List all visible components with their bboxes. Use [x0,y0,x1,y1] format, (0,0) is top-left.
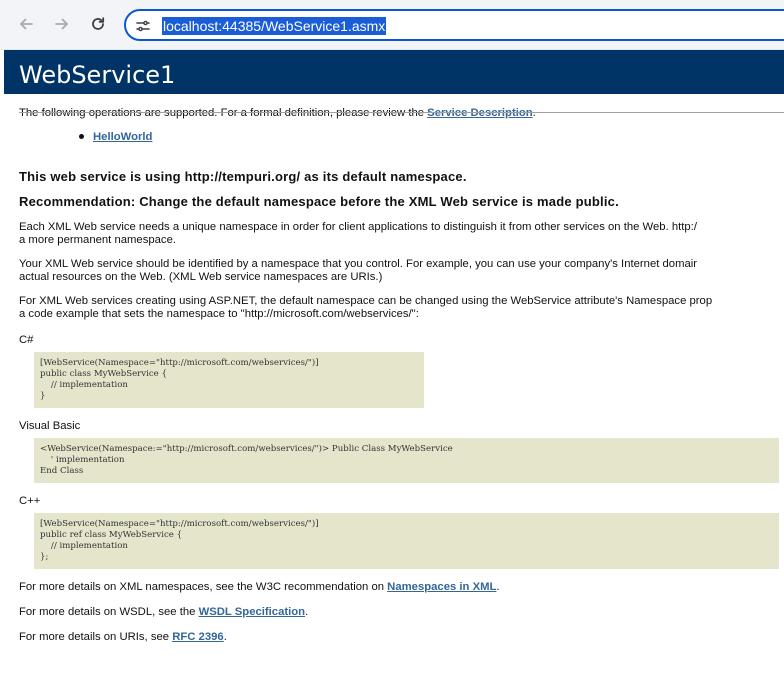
para1-line2: a more permanent namespace. [19,234,176,246]
paragraph-aspnet-namespace: For XML Web services creating using ASP.… [19,295,712,321]
para2-line1: Your XML Web service should be identifie… [19,258,698,270]
page-heading-bar: WebService1 [4,50,784,94]
foot2-period: . [305,606,309,618]
language-label-vb: Visual Basic [19,420,81,432]
para3-line1: For XML Web services creating using ASP.… [19,295,713,307]
service-description-link[interactable]: Service Description [427,107,532,119]
language-label-csharp: C# [19,334,34,346]
foot3-text: For more details on URIs, see [19,631,173,643]
para1-line1: Each XML Web service needs a unique name… [19,221,697,233]
foot2-text: For more details on WSDL, see the [19,606,199,618]
paragraph-unique-namespace: Each XML Web service needs a unique name… [19,221,697,247]
code-block-vb: <WebService(Namespace:="http://microsoft… [34,438,779,483]
foot3-period: . [223,631,227,643]
url-text[interactable]: localhost:44385/WebService1.asmx [162,17,387,35]
site-info-button[interactable] [134,17,152,35]
rfc-2396-link[interactable]: RFC 2396 [172,631,224,643]
para2-line2: actual resources on the Web. (XML Web se… [19,271,383,283]
foot1-period: . [496,581,500,593]
intro-paragraph: The following operations are supported. … [19,107,536,119]
paragraph-identified-namespace: Your XML Web service should be identifie… [19,258,697,284]
divider [19,112,784,113]
namespaces-in-xml-link[interactable]: Namespaces in XML [387,581,496,593]
operation-link-helloworld[interactable]: HelloWorld [93,131,152,143]
foot1-text: For more details on XML namespaces, see … [19,581,388,593]
page-title: WebService1 [19,61,176,89]
page-body: WebService1 The following operations are… [4,50,784,683]
footnote-namespaces: For more details on XML namespaces, see … [19,581,500,593]
back-button[interactable] [14,12,38,36]
footnote-uris: For more details on URIs, see RFC 2396. [19,631,227,643]
reload-icon [92,17,105,30]
bullet-icon [79,133,84,139]
namespace-notice: This web service is using http://tempuri… [19,169,467,184]
code-block-csharp: [WebService(Namespace="http://microsoft.… [34,352,424,408]
arrow-right-icon [55,18,68,30]
intro-text: The following operations are supported. … [19,107,428,119]
operation-list-item: HelloWorld [79,131,152,143]
wsdl-specification-link[interactable]: WSDL Specification [199,606,306,618]
recommendation-text: Recommendation: Change the default names… [19,194,619,209]
para3-line2: a code example that sets the namespace t… [19,308,419,320]
arrow-left-icon [20,18,33,30]
reload-button[interactable] [86,12,110,36]
address-bar[interactable]: localhost:44385/WebService1.asmx [124,9,784,41]
forward-button[interactable] [50,12,74,36]
language-label-cpp: C++ [19,495,41,507]
intro-period: . [532,107,536,119]
browser-toolbar: localhost:44385/WebService1.asmx [0,0,784,50]
tune-icon [136,20,150,32]
code-block-cpp: [WebService(Namespace="http://microsoft.… [34,513,779,569]
footnote-wsdl: For more details on WSDL, see the WSDL S… [19,606,308,618]
